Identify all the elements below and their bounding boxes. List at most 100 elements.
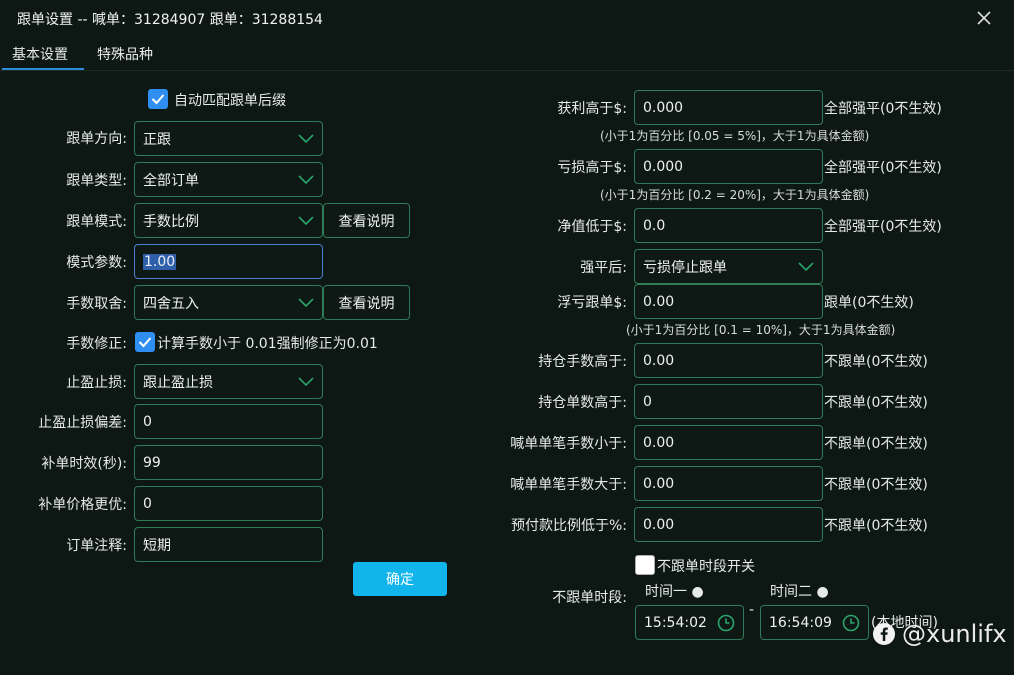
sltp-value: 跟止盈止损	[143, 374, 213, 391]
mode-param-label: 模式参数:	[66, 255, 127, 271]
loss-above-suffix: 全部强平(0不生效)	[824, 160, 942, 176]
after-force-label: 强平后:	[580, 260, 627, 276]
margin-ratio-below-value: 0.00	[643, 516, 675, 533]
auto-match-checkbox[interactable]	[148, 89, 168, 109]
time2-label: 时间二 ●	[770, 584, 829, 600]
chevron-down-icon	[298, 174, 314, 184]
after-force-value: 亏损停止跟单	[643, 259, 727, 276]
active-tab-indicator	[2, 68, 84, 70]
rounding-value: 四舍五入	[143, 295, 199, 312]
floating-loss-suffix: 跟单(0不生效)	[824, 295, 914, 311]
pos-count-above-label: 持仓单数高于:	[538, 395, 627, 411]
time1-picker[interactable]: 15:54:02	[635, 605, 744, 640]
time2-value: 16:54:09	[769, 614, 832, 631]
mode-help-button[interactable]: 查看说明	[323, 203, 410, 238]
signal-lots-above-suffix: 不跟单(0不生效)	[824, 477, 928, 493]
lot-fix-text: 计算手数小于 0.01强制修正为0.01	[157, 336, 378, 352]
direction-select[interactable]: 正跟	[134, 121, 323, 156]
signal-lots-below-input[interactable]: 0.00	[634, 425, 823, 460]
fill-better-label: 补单价格更优:	[38, 497, 127, 513]
direction-label: 跟单方向:	[66, 131, 127, 147]
loss-above-input[interactable]: 0.000	[634, 149, 823, 184]
comment-label: 订单注释:	[66, 538, 127, 554]
type-label: 跟单类型:	[66, 173, 127, 189]
rounding-help-button[interactable]: 查看说明	[323, 285, 410, 320]
lot-fix-checkbox[interactable]	[135, 332, 155, 352]
rounding-select[interactable]: 四舍五入	[134, 285, 323, 320]
loss-above-label: 亏损高于$:	[557, 160, 627, 176]
chevron-down-icon	[798, 261, 814, 271]
direction-value: 正跟	[143, 131, 171, 148]
profit-above-suffix: 全部强平(0不生效)	[824, 101, 942, 117]
tab-special-symbols[interactable]: 特殊品种	[97, 44, 153, 64]
fill-timeout-value: 99	[143, 454, 161, 471]
signal-lots-below-value: 0.00	[643, 434, 675, 451]
pos-lots-above-suffix: 不跟单(0不生效)	[824, 354, 928, 370]
sltp-offset-input[interactable]: 0	[134, 404, 323, 439]
sltp-offset-value: 0	[143, 413, 152, 430]
profit-above-input[interactable]: 0.000	[634, 90, 823, 125]
margin-ratio-below-label: 预付款比例低于%:	[510, 518, 627, 534]
profit-above-value: 0.000	[643, 99, 684, 116]
tab-basic-settings[interactable]: 基本设置	[12, 44, 68, 64]
mode-value: 手数比例	[143, 213, 199, 230]
pos-count-above-input[interactable]: 0	[634, 384, 823, 419]
equity-below-input[interactable]: 0.0	[634, 208, 823, 243]
profit-above-label: 获利高于$:	[557, 101, 627, 117]
watermark: @xunlifx	[872, 620, 1007, 648]
clock-icon	[842, 614, 860, 631]
loss-above-hint: (小于1为百分比 [0.2 = 20%]，大于1为具体金额)	[600, 188, 870, 202]
pos-lots-above-label: 持仓手数高于:	[538, 354, 627, 370]
comment-value: 短期	[143, 537, 171, 554]
no-follow-period-label: 不跟单时段:	[552, 590, 627, 606]
floating-loss-hint: (小于1为百分比 [0.1 = 10%]，大于1为具体金额)	[626, 323, 896, 337]
after-force-select[interactable]: 亏损停止跟单	[634, 249, 823, 284]
floating-loss-input[interactable]: 0.00	[634, 284, 823, 319]
fill-better-input[interactable]: 0	[134, 486, 323, 521]
signal-lots-above-label: 喊单单笔手数大于:	[510, 477, 627, 493]
mode-select[interactable]: 手数比例	[134, 203, 323, 238]
time1-value: 15:54:02	[644, 614, 707, 631]
sltp-select[interactable]: 跟止盈止损	[134, 364, 323, 399]
pos-lots-above-input[interactable]: 0.00	[634, 343, 823, 378]
equity-below-label: 净值低于$:	[557, 219, 627, 235]
chevron-down-icon	[298, 376, 314, 386]
chevron-down-icon	[298, 133, 314, 143]
floating-loss-label: 浮亏跟单$:	[557, 295, 627, 311]
fill-timeout-input[interactable]: 99	[134, 445, 323, 480]
mode-param-input[interactable]: 1.00	[134, 244, 323, 279]
type-value: 全部订单	[143, 172, 199, 189]
close-button[interactable]	[972, 6, 996, 30]
pos-count-above-value: 0	[643, 393, 652, 410]
auto-match-label: 自动匹配跟单后缀	[174, 93, 286, 109]
chevron-down-icon	[298, 297, 314, 307]
margin-ratio-below-suffix: 不跟单(0不生效)	[824, 518, 928, 534]
sltp-label: 止盈止损:	[66, 375, 127, 391]
clock-icon	[717, 614, 735, 631]
checkmark-icon	[151, 94, 165, 105]
signal-lots-below-label: 喊单单笔手数小于:	[510, 436, 627, 452]
confirm-button[interactable]: 确定	[353, 562, 447, 596]
equity-below-suffix: 全部强平(0不生效)	[824, 219, 942, 235]
signal-lots-above-input[interactable]: 0.00	[634, 466, 823, 501]
checkmark-icon	[138, 337, 152, 348]
comment-input[interactable]: 短期	[134, 527, 323, 562]
fill-timeout-label: 补单时效(秒):	[41, 456, 127, 472]
loss-above-value: 0.000	[643, 158, 684, 175]
no-follow-switch-checkbox[interactable]	[635, 555, 655, 575]
type-select[interactable]: 全部订单	[134, 162, 323, 197]
lot-fix-label: 手数修正:	[66, 336, 127, 352]
signal-lots-below-suffix: 不跟单(0不生效)	[824, 436, 928, 452]
close-icon	[977, 11, 991, 25]
chevron-down-icon	[298, 215, 314, 225]
fill-better-value: 0	[143, 495, 152, 512]
time1-label: 时间一 ●	[645, 584, 704, 600]
margin-ratio-below-input[interactable]: 0.00	[634, 507, 823, 542]
pos-lots-above-value: 0.00	[643, 352, 675, 369]
time2-picker[interactable]: 16:54:09	[760, 605, 869, 640]
rounding-label: 手数取舍:	[66, 296, 127, 312]
window-title: 跟单设置 -- 喊单：31284907 跟单：31288154	[17, 12, 323, 28]
profit-above-hint: (小于1为百分比 [0.05 = 5%]，大于1为具体金额)	[600, 129, 870, 143]
time-separator: -	[749, 602, 755, 618]
equity-below-value: 0.0	[643, 217, 666, 234]
